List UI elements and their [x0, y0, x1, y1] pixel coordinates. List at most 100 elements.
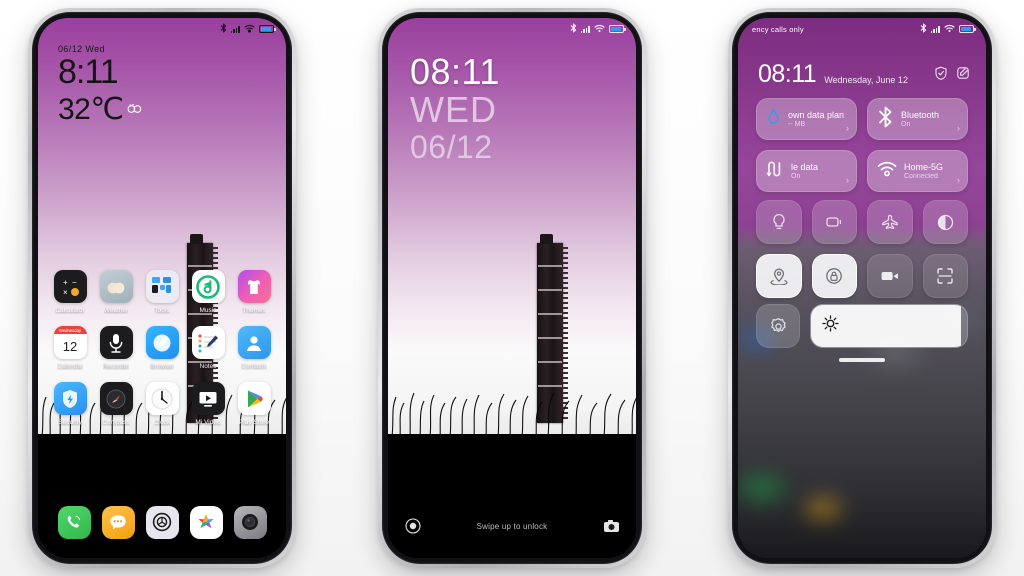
bluetooth-icon: [920, 20, 927, 38]
flashlight-icon[interactable]: [756, 200, 802, 244]
phone-screen-control-center: ency calls only 08:11 Wednesday, June 12: [738, 18, 986, 558]
phone-control-center: ency calls only 08:11 Wednesday, June 12: [728, 8, 996, 568]
messages-icon[interactable]: [101, 505, 135, 539]
battery-icon: [959, 25, 976, 33]
control-center-cards: own data plan -- MB › Bluetooth On › le …: [756, 98, 968, 202]
themes-icon: [237, 270, 271, 303]
status-bar-control-center: ency calls only: [738, 18, 986, 40]
brightness-slider[interactable]: [810, 304, 968, 348]
bluetooth-icon: [220, 20, 227, 38]
chevron-icon[interactable]: ›: [846, 175, 849, 185]
calendar-day: 12: [62, 339, 78, 354]
home-clock-widget[interactable]: 06/12 Wed 8:11 32℃: [58, 44, 142, 127]
dark-mode-icon[interactable]: [922, 200, 968, 244]
carrier-label: ency calls only: [752, 24, 804, 34]
app-grid: + − × Calculator Weather Tools Music The…: [50, 270, 274, 438]
app-label: Mi Video: [195, 419, 221, 426]
card-wifi[interactable]: Home-5G Connected ›: [867, 150, 968, 192]
card-subtitle: On: [791, 173, 801, 180]
vibrate-icon[interactable]: [811, 200, 857, 244]
battery-icon: [609, 25, 626, 33]
calculator-icon: + − ×: [53, 270, 87, 303]
edit-note-icon[interactable]: [956, 66, 970, 85]
app-label: Clock: [153, 419, 171, 426]
control-center-header: 08:11 Wednesday, June 12: [758, 62, 970, 87]
card-bluetooth[interactable]: Bluetooth On ›: [867, 98, 968, 140]
app-music[interactable]: Music: [188, 270, 228, 314]
lock-weekday-label: WED: [410, 89, 497, 130]
contacts-icon: [237, 326, 271, 359]
camera-icon[interactable]: [233, 505, 267, 539]
home-indicator[interactable]: [839, 358, 885, 362]
lock-icon[interactable]: [811, 254, 857, 298]
card-title: le data: [791, 162, 819, 172]
mi-circle-icon[interactable]: [145, 505, 179, 539]
camera-icon[interactable]: [603, 518, 620, 535]
tools-folder-icon: [145, 270, 179, 303]
phone-icon[interactable]: [57, 505, 91, 539]
app-security[interactable]: Security: [50, 382, 90, 426]
card-mobile-data[interactable]: le data On ›: [756, 150, 857, 192]
app-notes[interactable]: Notes: [188, 326, 228, 370]
chevron-icon[interactable]: ›: [957, 123, 960, 133]
clock-icon: [145, 382, 179, 415]
app-label: Compass: [102, 419, 130, 426]
music-icon: [191, 270, 225, 303]
app-row: Security Compass Clock Mi Video Play Sto…: [50, 382, 274, 426]
status-bar-home: [38, 18, 286, 40]
app-row: + − × Calculator Weather Tools Music The…: [50, 270, 274, 314]
location-icon[interactable]: [756, 254, 802, 298]
app-contacts[interactable]: Contacts: [234, 326, 274, 370]
app-label: Weather: [103, 307, 129, 314]
gallery-icon[interactable]: [189, 505, 223, 539]
lock-hint-label: Swipe up to unlock: [476, 521, 548, 531]
lock-date-label: 06/12: [410, 129, 493, 165]
settings-gear-icon[interactable]: [756, 304, 800, 348]
lock-clock: 08:11 WED 06/12: [410, 54, 500, 165]
bluetooth-icon: [570, 20, 577, 38]
wifi-icon: [244, 20, 255, 38]
app-calendar[interactable]: Wednesday 12 Calendar: [50, 326, 90, 370]
cc-date-label: Wednesday, June 12: [824, 75, 908, 85]
wifi-icon: [594, 20, 605, 38]
app-label: Notes: [199, 363, 217, 370]
app-label: Security: [58, 419, 82, 426]
home-temperature-label: 32℃: [58, 93, 124, 127]
scanner-icon[interactable]: [922, 254, 968, 298]
app-calculator[interactable]: + − × Calculator: [50, 270, 90, 314]
shortcut-circle-icon[interactable]: [404, 518, 421, 535]
screenshot-canvas: 06/12 Wed 8:11 32℃ + − × Calculator Weat…: [0, 0, 1024, 576]
security-shield-icon[interactable]: [934, 66, 948, 85]
app-weather[interactable]: Weather: [96, 270, 136, 314]
app-clock[interactable]: Clock: [142, 382, 182, 426]
chevron-icon[interactable]: ›: [957, 175, 960, 185]
control-center-toggles: [756, 200, 968, 308]
card-title: own data plan: [788, 110, 845, 120]
app-tools[interactable]: Tools: [142, 270, 182, 314]
card-data-plan[interactable]: own data plan -- MB ›: [756, 98, 857, 140]
grass-silhouette: [391, 392, 636, 438]
app-compass[interactable]: Compass: [96, 382, 136, 426]
app-browser[interactable]: Browser: [142, 326, 182, 370]
app-mi-video[interactable]: Mi Video: [188, 382, 228, 426]
cloudy-icon: [127, 89, 142, 121]
chevron-icon[interactable]: ›: [846, 123, 849, 133]
home-time-label: 8:11: [58, 53, 119, 91]
battery-icon: [259, 25, 276, 33]
dock: [38, 496, 286, 558]
app-label: Themes: [242, 307, 266, 314]
lock-bottom-bar: Swipe up to unlock: [388, 506, 636, 558]
airplane-icon[interactable]: [867, 200, 913, 244]
app-play-store[interactable]: Play Store: [234, 382, 274, 426]
phone-screen-lock: 08:11 WED 06/12 Swipe up to unlock: [388, 18, 636, 558]
svg-text:−: −: [72, 278, 77, 287]
app-themes[interactable]: Themes: [234, 270, 274, 314]
notes-icon: [191, 326, 225, 359]
screen-recorder-icon[interactable]: [867, 254, 913, 298]
app-label: Music: [199, 307, 217, 314]
app-label: Recorder: [102, 363, 130, 370]
card-row: le data On › Home-5G Connected ›: [756, 150, 968, 192]
app-recorder[interactable]: Recorder: [96, 326, 136, 370]
signal-bars-icon: [930, 25, 940, 33]
calendar-icon: Wednesday 12: [53, 326, 87, 359]
